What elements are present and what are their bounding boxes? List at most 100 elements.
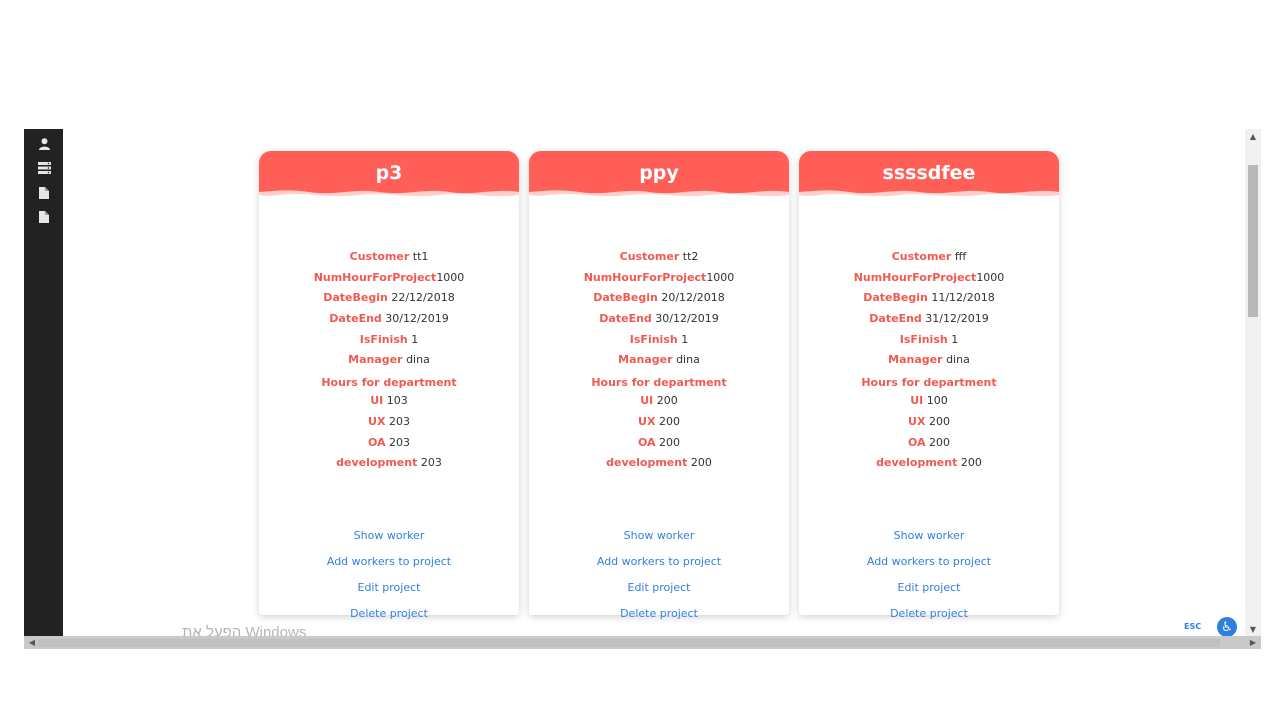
add-workers-link[interactable]: Add workers to project [799, 549, 1059, 575]
date-begin-value: 11/12/2018 [931, 291, 995, 305]
manager-label: Manager [348, 353, 403, 367]
sidebar [24, 129, 63, 636]
manager-label: Manager [618, 353, 673, 367]
user-icon[interactable] [37, 137, 51, 151]
ui-value: 200 [656, 394, 678, 408]
ux-value: 200 [928, 414, 950, 428]
file-icon[interactable] [37, 186, 51, 200]
project-card: ppy Customer tt2 NumHourForProject1000 D… [529, 151, 789, 620]
oa-value: 200 [929, 435, 951, 449]
ux-label: UX [638, 414, 656, 428]
accessibility-icon[interactable]: ♿ [1217, 617, 1237, 637]
show-worker-link[interactable]: Show worker [799, 523, 1059, 549]
show-worker-link[interactable]: Show worker [529, 523, 789, 549]
manager-value: dina [406, 353, 430, 367]
show-worker-link[interactable]: Show worker [259, 523, 519, 549]
development-value: 200 [960, 456, 982, 470]
customer-label: Customer [619, 250, 680, 263]
vertical-scroll-thumb[interactable] [1248, 165, 1258, 317]
date-end-value: 30/12/2019 [385, 312, 449, 326]
vertical-scrollbar[interactable]: ▲ ▼ [1245, 129, 1261, 636]
date-begin-label: DateBegin [323, 291, 388, 305]
date-end-value: 30/12/2019 [655, 312, 719, 326]
manager-label: Manager [888, 353, 943, 367]
manager-value: dina [676, 353, 700, 367]
scroll-up-arrow-icon[interactable]: ▲ [1245, 129, 1261, 143]
num-hours-value: 1000 [976, 270, 1005, 284]
edit-project-link[interactable]: Edit project [259, 575, 519, 601]
ux-label: UX [908, 414, 926, 428]
ux-value: 200 [658, 414, 680, 428]
edit-project-link[interactable]: Edit project [529, 575, 789, 601]
project-title: ppy [639, 162, 679, 184]
ux-label: UX [368, 414, 386, 428]
customer-value: fff [954, 250, 967, 263]
file-icon[interactable] [37, 210, 51, 224]
num-hours-label: NumHourForProject [583, 270, 707, 284]
horizontal-scrollbar[interactable]: ◀ ▶ [24, 636, 1261, 649]
project-details: Customer tt1 NumHourForProject1000 DateB… [259, 247, 519, 474]
oa-label: OA [637, 435, 656, 449]
is-finish-label: IsFinish [359, 332, 408, 346]
is-finish-label: IsFinish [629, 332, 678, 346]
ui-value: 100 [926, 394, 948, 408]
project-details: Customer tt2 NumHourForProject1000 DateB… [529, 247, 789, 474]
scroll-down-arrow-icon[interactable]: ▼ [1245, 622, 1261, 636]
is-finish-value: 1 [951, 332, 959, 346]
project-details: Customer fff NumHourForProject1000 DateB… [799, 247, 1059, 474]
edit-project-link[interactable]: Edit project [799, 575, 1059, 601]
date-begin-label: DateBegin [863, 291, 928, 305]
num-hours-label: NumHourForProject [313, 270, 437, 284]
delete-project-link[interactable]: Delete project [529, 601, 789, 627]
date-end-label: DateEnd [599, 312, 652, 326]
project-title: ssssdfee [882, 162, 976, 184]
ux-value: 203 [388, 414, 410, 428]
date-begin-value: 22/12/2018 [391, 291, 455, 305]
server-icon[interactable] [37, 161, 51, 175]
date-begin-value: 20/12/2018 [661, 291, 725, 305]
num-hours-value: 1000 [436, 270, 465, 284]
is-finish-label: IsFinish [899, 332, 948, 346]
hours-dept-label: Hours for department [591, 376, 727, 390]
project-card: p3 Customer tt1 NumHourForProject1000 Da… [259, 151, 519, 620]
project-title: p3 [375, 162, 403, 184]
scroll-right-arrow-icon[interactable]: ▶ [1245, 636, 1261, 649]
browser-viewport: p3 Customer tt1 NumHourForProject1000 Da… [24, 129, 1261, 649]
add-workers-link[interactable]: Add workers to project [529, 549, 789, 575]
card-header: ppy [529, 151, 789, 207]
project-actions: Show worker Add workers to project Edit … [799, 523, 1059, 627]
development-label: development [876, 456, 958, 470]
date-end-label: DateEnd [869, 312, 922, 326]
is-finish-value: 1 [411, 332, 419, 346]
num-hours-value: 1000 [706, 270, 735, 284]
delete-project-link[interactable]: Delete project [799, 601, 1059, 627]
esc-button[interactable]: ESC [1184, 622, 1201, 631]
ui-label: UI [370, 394, 384, 408]
oa-value: 203 [389, 435, 411, 449]
project-actions: Show worker Add workers to project Edit … [259, 523, 519, 627]
add-workers-link[interactable]: Add workers to project [259, 549, 519, 575]
development-label: development [336, 456, 418, 470]
ui-label: UI [910, 394, 924, 408]
development-label: development [606, 456, 688, 470]
oa-label: OA [907, 435, 926, 449]
hours-dept-label: Hours for department [321, 376, 457, 390]
card-header: ssssdfee [799, 151, 1059, 207]
customer-label: Customer [349, 250, 410, 263]
development-value: 203 [420, 456, 442, 470]
project-card: ssssdfee Customer fff NumHourForProject1… [799, 151, 1059, 620]
project-actions: Show worker Add workers to project Edit … [529, 523, 789, 627]
oa-label: OA [367, 435, 386, 449]
customer-value: tt2 [682, 250, 699, 263]
customer-label: Customer [891, 250, 952, 263]
ui-value: 103 [386, 394, 408, 408]
num-hours-label: NumHourForProject [853, 270, 977, 284]
hours-dept-label: Hours for department [861, 376, 997, 390]
oa-value: 200 [659, 435, 681, 449]
manager-value: dina [946, 353, 970, 367]
date-begin-label: DateBegin [593, 291, 658, 305]
development-value: 200 [690, 456, 712, 470]
horizontal-scroll-thumb[interactable] [38, 639, 1220, 647]
date-end-label: DateEnd [329, 312, 382, 326]
customer-value: tt1 [412, 250, 429, 263]
